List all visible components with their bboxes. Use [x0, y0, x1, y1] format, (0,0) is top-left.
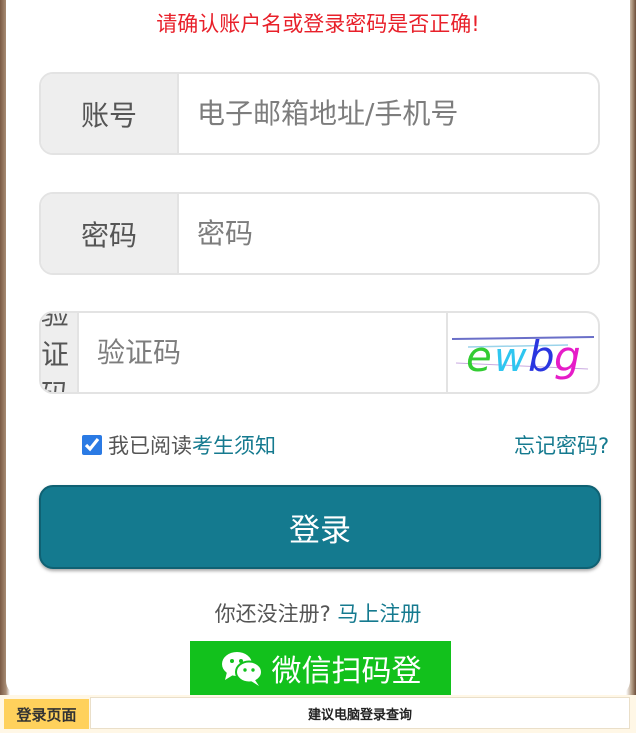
agree-row: 我已阅读 考生须知 [82, 430, 276, 460]
register-prompt: 你还没注册? [214, 602, 331, 626]
password-label: 密码 [41, 194, 179, 273]
notice-link[interactable]: 考生须知 [192, 430, 276, 460]
page-tag: 登录页面 [4, 699, 89, 729]
account-input[interactable] [179, 74, 598, 153]
captcha-graphic: e w b g [451, 332, 595, 381]
wechat-login-button[interactable]: 微信扫码登 [190, 641, 451, 695]
login-button[interactable]: 登录 [39, 485, 601, 569]
password-input[interactable] [179, 194, 598, 273]
forgot-password-link[interactable]: 忘记密码? [514, 430, 609, 460]
captcha-label: 验证码 [41, 313, 79, 392]
captcha-char-2: w [494, 335, 527, 381]
wechat-icon [221, 652, 263, 686]
bottom-bar: 登录页面 建议电脑登录查询 [0, 695, 636, 733]
captcha-input[interactable] [79, 313, 446, 392]
register-row: 你还没注册? 马上注册 [0, 598, 636, 628]
captcha-char-1: e [466, 332, 492, 381]
register-link[interactable]: 马上注册 [337, 602, 421, 626]
captcha-char-4: g [554, 332, 581, 381]
captcha-char-3: b [528, 332, 555, 381]
account-group: 账号 [39, 72, 600, 155]
agree-checkbox[interactable] [82, 435, 102, 455]
wechat-label: 微信扫码登 [271, 654, 422, 689]
account-label: 账号 [41, 74, 179, 153]
captcha-image[interactable]: e w b g [446, 313, 598, 392]
device-notice: 建议电脑登录查询 [90, 697, 630, 729]
password-group: 密码 [39, 192, 600, 275]
agree-text: 我已阅读 [108, 434, 192, 458]
captcha-group: 验证码 e w b g [39, 311, 600, 394]
error-message: 请确认账户名或登录密码是否正确! [156, 12, 480, 36]
